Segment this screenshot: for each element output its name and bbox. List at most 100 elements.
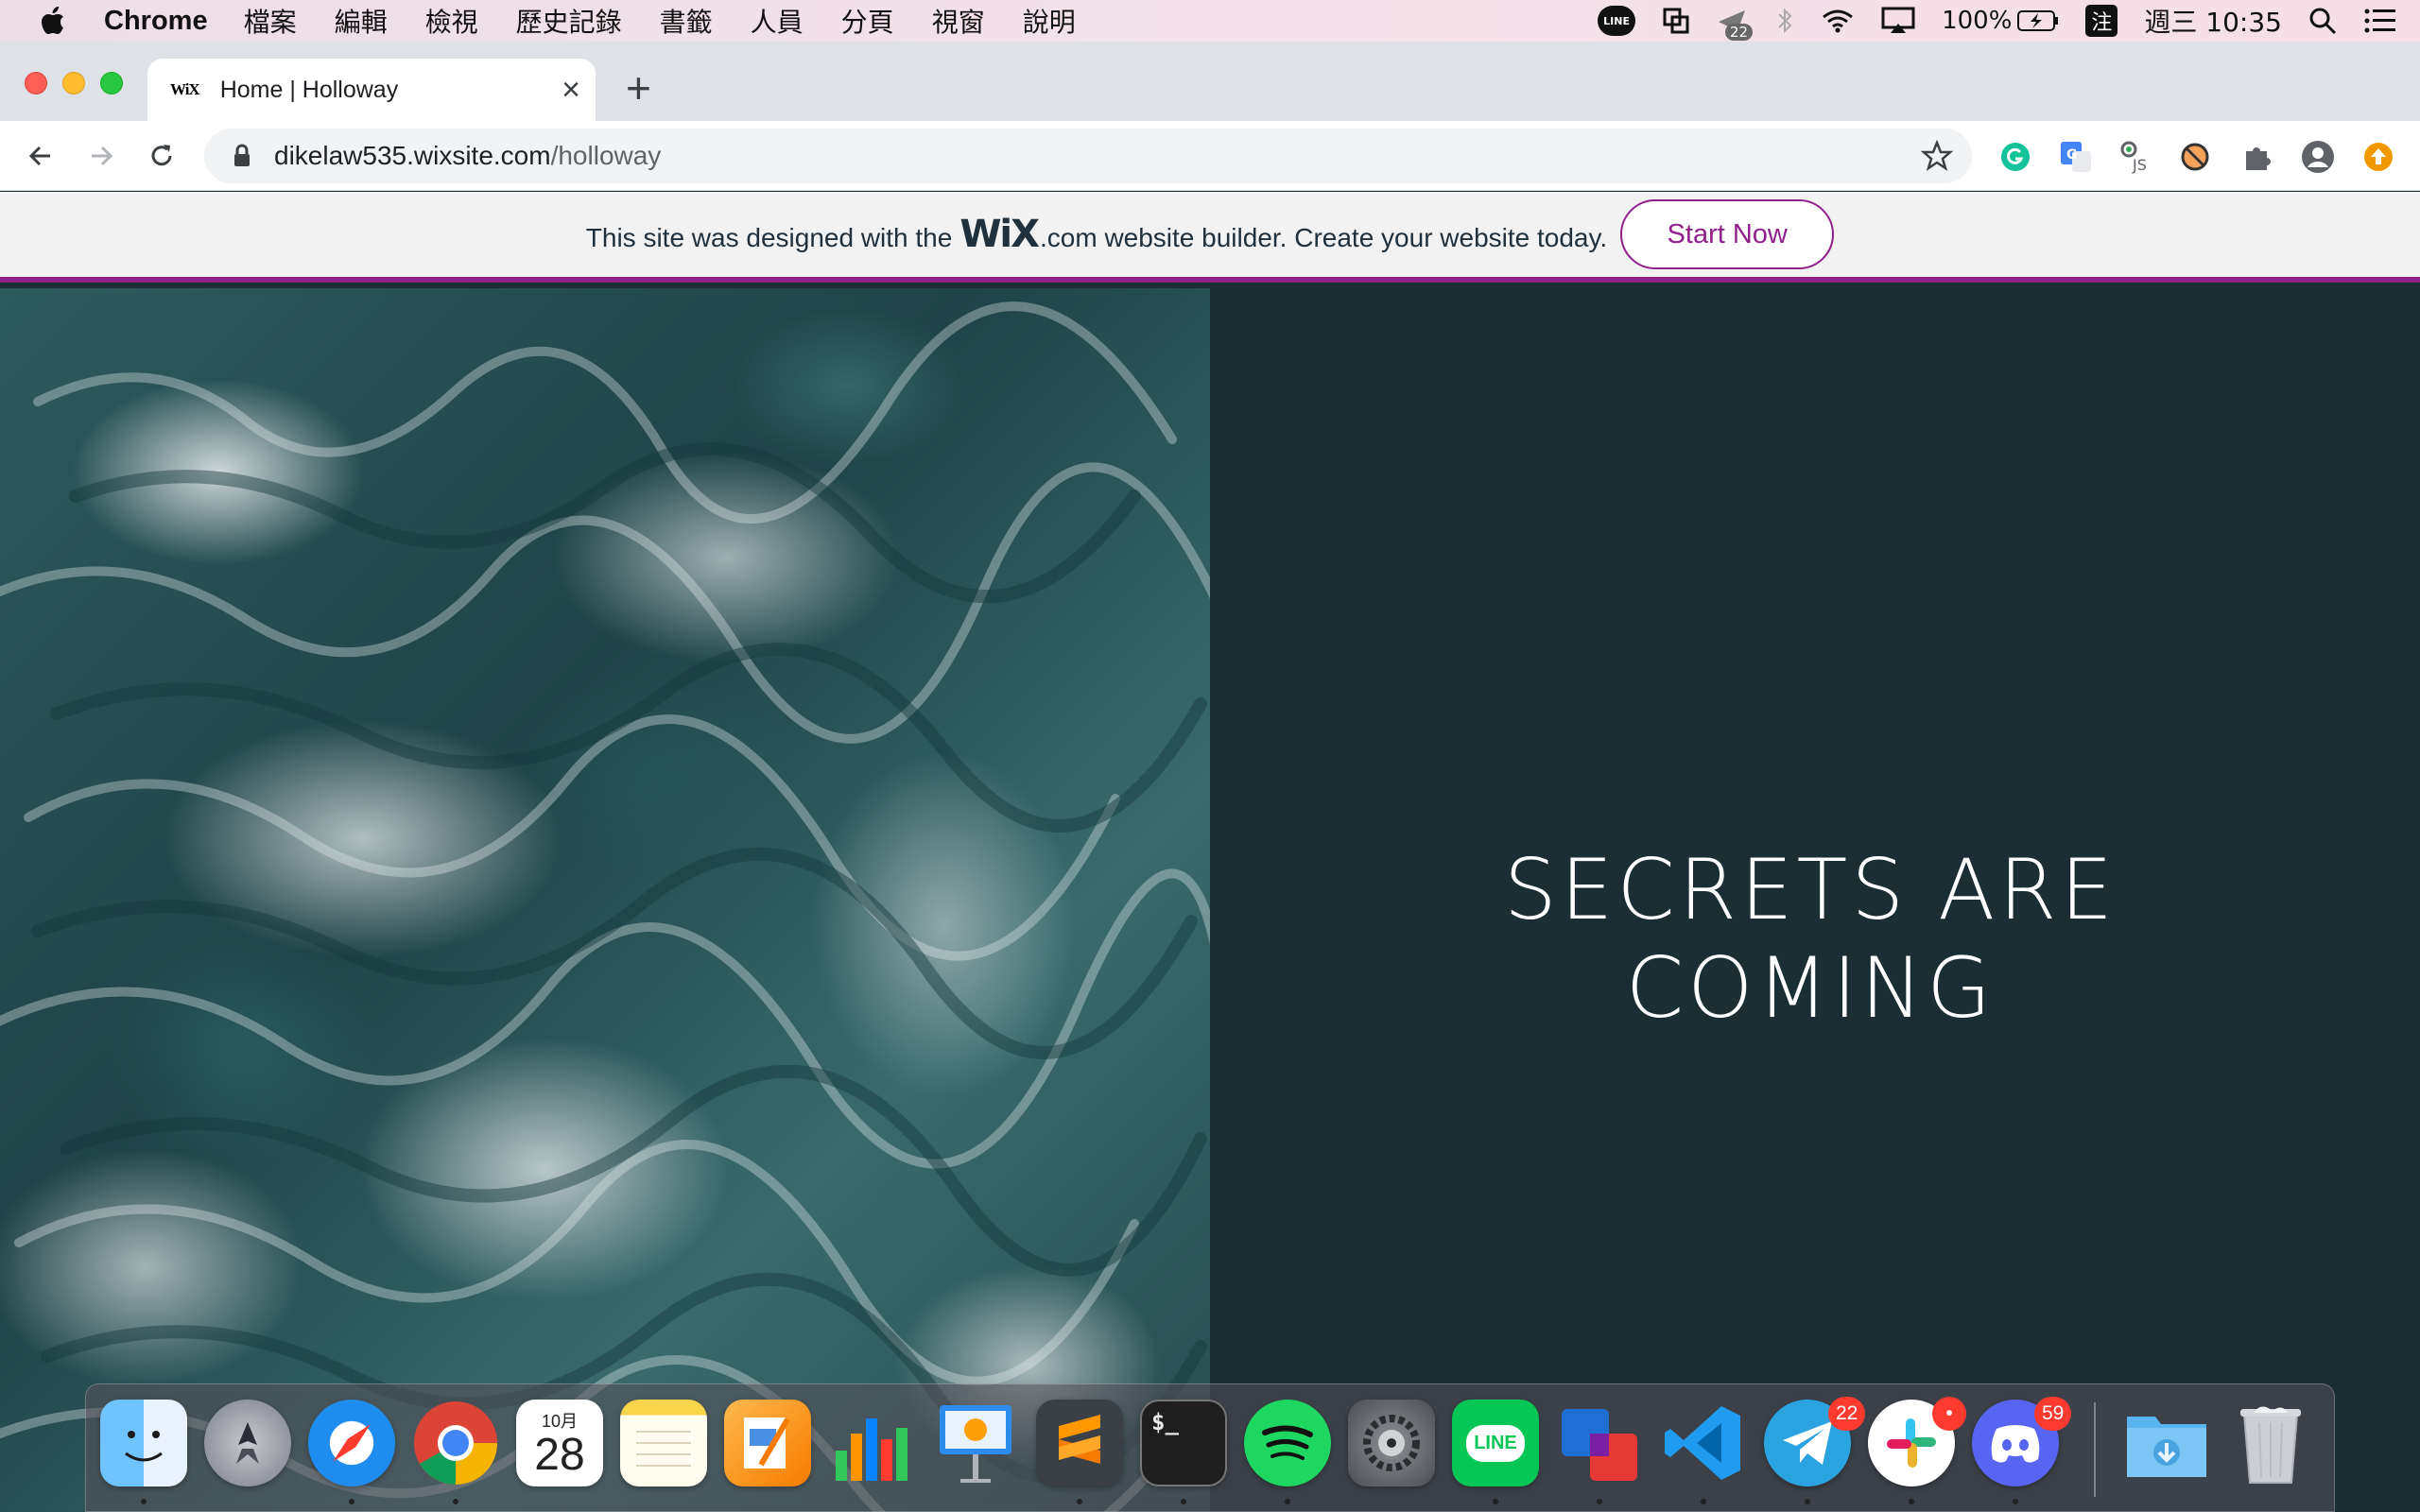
spotlight-search-icon[interactable] xyxy=(2308,7,2337,35)
chrome-running-dot xyxy=(453,1499,458,1504)
hero-headline-line-2: COMING xyxy=(1625,939,1996,1037)
system-preferences-icon[interactable] xyxy=(1348,1400,1435,1486)
forward-button[interactable] xyxy=(78,132,125,180)
menu-edit[interactable]: 編輯 xyxy=(335,2,388,40)
telegram-badge: 22 xyxy=(1828,1397,1866,1431)
calendar-day: 28 xyxy=(534,1430,585,1480)
svg-text:JS: JS xyxy=(2132,156,2147,174)
pages-icon[interactable] xyxy=(724,1400,811,1486)
slack-badge: • xyxy=(1932,1397,1966,1431)
back-button[interactable] xyxy=(17,132,64,180)
launchpad-icon[interactable] xyxy=(204,1400,291,1486)
terminal-prompt: $_ xyxy=(1151,1409,1179,1435)
finder-icon[interactable] xyxy=(100,1400,187,1486)
terminal-icon[interactable]: $_ xyxy=(1140,1400,1227,1486)
slack-running-dot xyxy=(1909,1499,1914,1504)
battery-icon[interactable] xyxy=(2017,9,2059,32)
blocker-extension-icon[interactable] xyxy=(2176,138,2214,176)
wix-banner-text-before: This site was designed with the xyxy=(585,223,953,252)
safari-icon[interactable] xyxy=(308,1400,395,1486)
chrome-icon[interactable] xyxy=(412,1400,499,1486)
url-path: /holloway xyxy=(550,141,662,170)
vscode-icon[interactable] xyxy=(1660,1400,1747,1486)
spotify-running-dot xyxy=(1285,1499,1290,1504)
notes-icon[interactable] xyxy=(620,1400,707,1486)
discord-running-dot xyxy=(2013,1499,2018,1504)
calendar-icon[interactable]: 10月 28 xyxy=(516,1400,603,1486)
menu-bookmarks[interactable]: 書籤 xyxy=(660,2,713,40)
notification-app-icon[interactable]: 22 xyxy=(1717,7,1754,41)
window-zoom-button[interactable] xyxy=(100,72,123,94)
wix-favicon-icon: WiX xyxy=(170,80,200,98)
browser-toolbar: dikelaw535.wixsite.com/holloway G JS xyxy=(0,121,2420,191)
reload-button[interactable] xyxy=(138,132,185,180)
telegram-running-dot xyxy=(1805,1499,1810,1504)
keynote-icon[interactable] xyxy=(932,1400,1019,1486)
menu-tab[interactable]: 分頁 xyxy=(841,2,894,40)
menu-help[interactable]: 說明 xyxy=(1023,2,1076,40)
line-app-label: LINE xyxy=(1466,1424,1525,1462)
dock-separator xyxy=(2094,1402,2096,1497)
profile-avatar-icon[interactable] xyxy=(2299,138,2337,176)
sublime-running-dot xyxy=(1077,1499,1082,1504)
url-host: dikelaw535.wixsite.com xyxy=(274,141,551,170)
js-toggle-extension-icon[interactable]: JS xyxy=(2118,138,2155,176)
line-status-icon[interactable]: LINE xyxy=(1598,6,1636,36)
line-running-dot xyxy=(1493,1499,1498,1504)
url-text[interactable]: dikelaw535.wixsite.com/holloway xyxy=(274,141,661,171)
wix-logo[interactable]: WiX xyxy=(959,213,1040,256)
input-method-label: 注 xyxy=(2085,5,2118,37)
vscode-running-dot xyxy=(1701,1499,1706,1504)
menu-history[interactable]: 歷史記錄 xyxy=(516,2,622,40)
bookmark-star-icon[interactable] xyxy=(1920,139,1954,177)
safari-running-dot xyxy=(349,1499,354,1504)
ocean-waves-image xyxy=(0,288,1210,1512)
apple-menu-icon[interactable] xyxy=(0,6,104,36)
menu-view[interactable]: 檢視 xyxy=(425,2,478,40)
window-close-button[interactable] xyxy=(25,72,47,94)
new-tab-button[interactable]: + xyxy=(626,62,651,113)
app-name-menu[interactable]: Chrome xyxy=(104,6,208,37)
airplay-icon[interactable] xyxy=(1881,7,1915,35)
vmware-running-dot xyxy=(1597,1499,1602,1504)
google-translate-extension-icon[interactable]: G xyxy=(2057,138,2095,176)
tab-title: Home | Holloway xyxy=(219,76,399,103)
tab-close-icon[interactable]: × xyxy=(562,72,580,109)
window-minimize-button[interactable] xyxy=(62,72,85,94)
downloads-folder-icon[interactable] xyxy=(2123,1400,2210,1486)
terminal-running-dot xyxy=(1181,1499,1186,1504)
screen-capture-icon[interactable] xyxy=(1662,7,1690,35)
spotify-icon[interactable] xyxy=(1244,1400,1331,1486)
address-bar[interactable]: dikelaw535.wixsite.com/holloway xyxy=(204,129,1972,183)
menu-window[interactable]: 視窗 xyxy=(932,2,985,40)
input-method-icon[interactable]: 注 xyxy=(2085,5,2118,37)
line-status-label: LINE xyxy=(1598,6,1636,36)
finder-running-dot xyxy=(141,1499,147,1504)
hero-headline: SECRETS ARE COMING xyxy=(1210,841,2411,1038)
update-chrome-icon[interactable] xyxy=(2360,138,2397,176)
svg-text:G: G xyxy=(2066,147,2078,163)
lock-icon[interactable] xyxy=(229,144,255,168)
sublime-text-icon[interactable] xyxy=(1036,1400,1123,1486)
menu-file[interactable]: 檔案 xyxy=(244,2,297,40)
clock[interactable]: 週三 10:35 xyxy=(2144,2,2282,40)
battery-percent: 100% xyxy=(1942,7,2013,35)
macos-menu-bar: Chrome 檔案 編輯 檢視 歷史記錄 書籤 人員 分頁 視窗 說明 LINE… xyxy=(0,0,2420,42)
wix-banner-message: This site was designed with the WiX .com… xyxy=(586,213,1607,256)
numbers-icon[interactable] xyxy=(828,1400,915,1486)
notification-center-icon[interactable] xyxy=(2363,8,2397,34)
grammarly-extension-icon[interactable] xyxy=(1996,138,2034,176)
trash-icon[interactable] xyxy=(2227,1400,2314,1486)
notification-count: 22 xyxy=(1724,24,1754,41)
vmware-fusion-icon[interactable] xyxy=(1556,1400,1643,1486)
start-now-button[interactable]: Start Now xyxy=(1620,199,1835,269)
extensions-puzzle-icon[interactable] xyxy=(2238,138,2276,176)
tab-home-holloway[interactable]: WiX Home | Holloway × xyxy=(147,59,596,121)
line-app-icon[interactable]: LINE xyxy=(1452,1400,1539,1486)
hero-headline-line-1: SECRETS ARE xyxy=(1503,841,2118,938)
menu-people[interactable]: 人員 xyxy=(751,2,804,40)
wix-promo-banner: This site was designed with the WiX .com… xyxy=(0,192,2420,283)
bluetooth-icon[interactable] xyxy=(1775,7,1794,35)
wifi-icon[interactable] xyxy=(1821,8,1855,34)
browser-tab-strip: WiX Home | Holloway × + xyxy=(0,42,2420,121)
